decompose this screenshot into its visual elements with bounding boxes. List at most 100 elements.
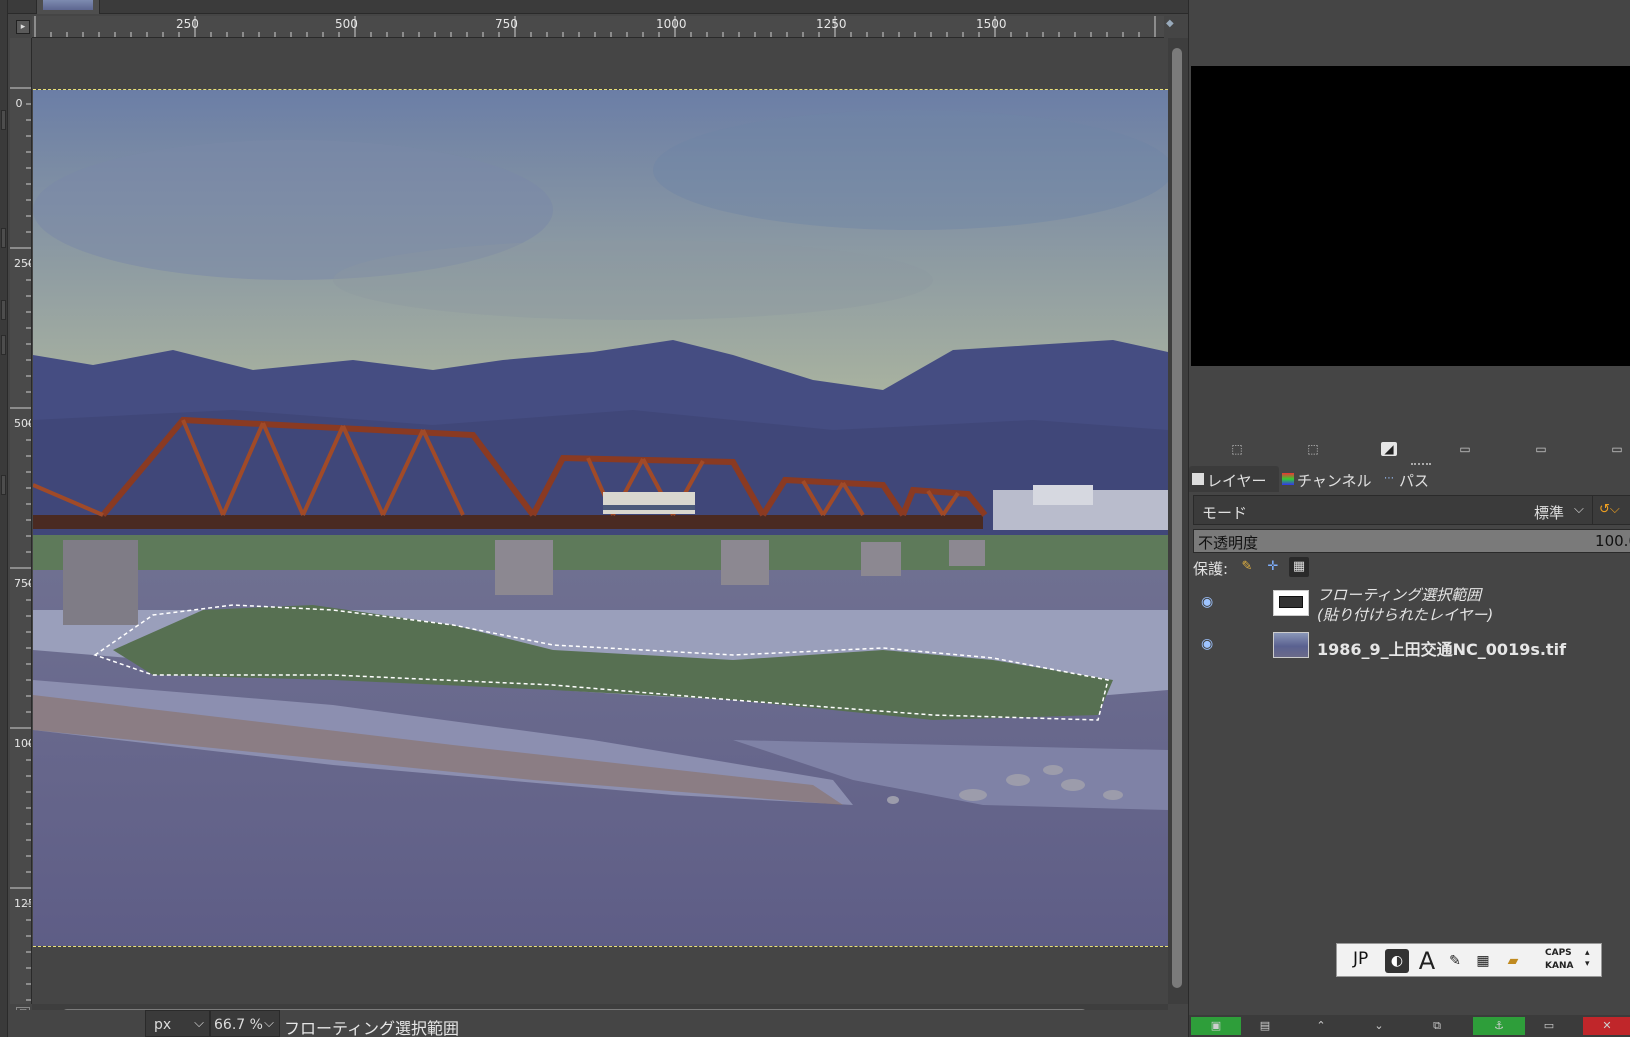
image-tab-bar — [8, 0, 1188, 14]
ime-toolbar[interactable]: JP ◐ A ✎ ▦ ▰ CAPS KANA ▴ ▾ — [1336, 943, 1602, 977]
chevron-down-icon: ⌵ — [264, 1016, 274, 1031]
tab-layers[interactable]: レイヤー — [1189, 466, 1279, 492]
layer-thumbnail — [1273, 632, 1309, 658]
vertical-scroll-thumb[interactable] — [1172, 48, 1182, 988]
lower-layer-icon[interactable]: ⌄ — [1365, 1017, 1393, 1035]
lock-position-icon[interactable]: ✛ — [1263, 557, 1283, 577]
dock-handle[interactable] — [1, 300, 6, 320]
tab-paths[interactable]: ⋯ パス — [1381, 466, 1439, 492]
opacity-slider[interactable]: 不透明度 100.0 — [1193, 529, 1630, 553]
layer-name: 1986_9_上田交通NC_0019s.tif — [1317, 640, 1567, 659]
hruler-label: 250 — [176, 17, 199, 31]
floating-layer-thumb-mark — [1279, 596, 1303, 608]
unit-select[interactable]: px ⌵ — [145, 1010, 210, 1037]
ime-mode-icon[interactable]: ◐ — [1385, 949, 1409, 973]
device-status-icon[interactable]: ▭ — [1609, 442, 1625, 456]
layers-icon — [1192, 473, 1204, 485]
navigator-preview[interactable] — [1191, 66, 1630, 366]
raise-layer-icon[interactable]: ⌃ — [1307, 1017, 1335, 1035]
zoom-select[interactable]: 66.7 % ⌵ — [210, 1010, 280, 1037]
image-window: ▸ 250 500 750 1000 1250 1500 ◆ 0 250 500… — [8, 14, 1188, 1037]
tab-channels[interactable]: チャンネル — [1279, 466, 1381, 492]
new-layer-group-icon[interactable]: ▤ — [1251, 1017, 1279, 1035]
ime-language[interactable]: JP — [1353, 949, 1368, 969]
lock-alpha-icon[interactable]: ▦ — [1289, 557, 1309, 577]
status-bar: px ⌵ 66.7 % ⌵ フローティング選択範囲 — [8, 1010, 1188, 1037]
horizontal-ruler[interactable]: 250 500 750 1000 1250 1500 — [32, 16, 1164, 38]
ime-menu-arrows-icon[interactable]: ▴ ▾ — [1585, 948, 1590, 970]
mode-label: モード — [1202, 504, 1248, 522]
paint-dynamics-icon[interactable]: ◢ — [1381, 442, 1397, 456]
unit-value: px — [154, 1017, 172, 1033]
ime-caps-kana: CAPS KANA — [1545, 947, 1573, 973]
vertical-ruler-ticks — [10, 87, 31, 1001]
tool-options-icon[interactable]: ▭ — [1533, 442, 1549, 456]
vertical-scrollbar[interactable] — [1168, 38, 1188, 1004]
layers-list: ◉ フローティング選択範囲 (貼り付けられたレイヤー) ◉ 1986_9_上田交… — [1191, 582, 1630, 982]
image-tab-thumbnail — [43, 0, 93, 10]
ime-tool-icon[interactable]: ✎ — [1443, 949, 1467, 973]
ime-kana-label: KANA — [1545, 961, 1574, 971]
chevron-down-icon: ⌵ — [1574, 502, 1584, 517]
vruler-label: 0 — [15, 97, 23, 110]
image-tab[interactable] — [36, 0, 100, 14]
mode-value: 標準 — [1534, 504, 1565, 522]
dock-handle[interactable] — [1, 110, 6, 130]
dock-handle[interactable] — [1, 335, 6, 355]
opacity-label: 不透明度 — [1198, 534, 1259, 552]
menu-arrow-button[interactable]: ▸ — [16, 20, 30, 34]
opacity-value: 100.0 — [1595, 532, 1630, 550]
eye-icon[interactable]: ◉ — [1201, 636, 1219, 652]
ime-font-icon[interactable]: A — [1415, 949, 1439, 973]
layer-mode-select[interactable]: モード 標準 ⌵ ↺⌵ — [1193, 495, 1630, 525]
right-dock: ⬚ ⬚ ◢ ▭ ▭ ▭ レイヤー チャンネル ⋯ パス モード 標準 ⌵ ↺⌵ … — [1188, 0, 1630, 1037]
hruler-label: 1500 — [976, 17, 1007, 31]
layers-dock-tabs: レイヤー チャンネル ⋯ パス — [1189, 466, 1630, 492]
navigate-icon[interactable]: ◆ — [1166, 18, 1176, 30]
ime-caps-label: CAPS — [1545, 948, 1572, 958]
paths-icon: ⋯ — [1384, 473, 1394, 484]
tab-layers-label: レイヤー — [1207, 472, 1267, 490]
layer-thumbnail — [1273, 590, 1309, 616]
layer-name: フローティング選択範囲 — [1317, 586, 1482, 604]
new-layer-button[interactable]: ▣ — [1191, 1017, 1241, 1035]
ime-dictionary-icon[interactable]: ▦ — [1471, 949, 1495, 973]
duplicate-layer-icon[interactable]: ⧉ — [1423, 1017, 1451, 1035]
layers-button-bar: ▣ ▤ ⌃ ⌄ ⧉ ⚓ ▭ ✕ — [1189, 1015, 1630, 1037]
hruler-label: 750 — [495, 17, 518, 31]
lock-row: 保護: ✎ ✛ ▦ — [1193, 556, 1630, 580]
vertical-ruler[interactable]: 0 250 500 750 1000 1250 — [10, 38, 32, 1004]
anchor-layer-button[interactable]: ⚓ — [1473, 1017, 1525, 1035]
image-canvas[interactable] — [33, 89, 1168, 947]
chevron-down-icon: ⌵ — [194, 1016, 204, 1031]
hruler-label: 1250 — [816, 17, 847, 31]
zoom-value: 66.7 % — [214, 1017, 263, 1033]
hruler-label: 500 — [335, 17, 358, 31]
vruler-label: 500 — [14, 417, 31, 430]
status-message: フローティング選択範囲 — [284, 1019, 460, 1037]
lock-pixels-icon[interactable]: ✎ — [1237, 557, 1257, 577]
layer-row-background[interactable]: ◉ 1986_9_上田交通NC_0019s.tif — [1191, 624, 1630, 666]
vruler-label: 750 — [14, 577, 31, 590]
dock-handle[interactable] — [1, 228, 6, 248]
composite-mode-icon[interactable]: ↺⌵ — [1592, 496, 1630, 524]
dock-handle[interactable] — [1, 475, 6, 495]
rectangle-select-icon[interactable]: ⬚ — [1229, 442, 1245, 456]
eye-icon[interactable]: ◉ — [1201, 594, 1219, 610]
hruler-label: 1000 — [656, 17, 687, 31]
vruler-label: 1250 — [14, 897, 31, 910]
ellipse-select-icon[interactable]: ⬚ — [1305, 442, 1321, 456]
left-dock-strip — [0, 0, 8, 1037]
vruler-label: 1000 — [14, 737, 31, 750]
channels-icon — [1282, 473, 1294, 485]
vruler-label: 250 — [14, 257, 31, 270]
ime-toolbox-icon[interactable]: ▰ — [1501, 949, 1525, 973]
photo-river-bridge — [33, 90, 1168, 946]
undo-history-icon[interactable]: ▭ — [1457, 442, 1473, 456]
tab-paths-label: パス — [1399, 472, 1430, 490]
delete-layer-button[interactable]: ✕ — [1583, 1017, 1630, 1035]
merge-layer-icon[interactable]: ▭ — [1535, 1017, 1563, 1035]
layer-row-floating[interactable]: ◉ フローティング選択範囲 (貼り付けられたレイヤー) — [1191, 582, 1630, 624]
dock-tool-tabs: ⬚ ⬚ ◢ ▭ ▭ ▭ — [1189, 434, 1630, 464]
tab-channels-label: チャンネル — [1297, 472, 1372, 490]
